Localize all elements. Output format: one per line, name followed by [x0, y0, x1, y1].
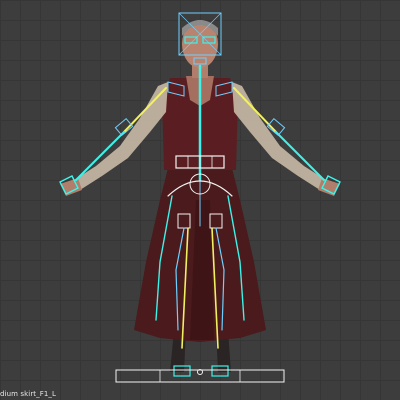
selected-object-label: dium skirt_F1_L	[0, 390, 57, 398]
3d-viewport[interactable]: dium skirt_F1_L	[0, 0, 400, 400]
character-scene[interactable]	[0, 0, 400, 400]
ground-control-bar[interactable]	[115, 369, 285, 383]
